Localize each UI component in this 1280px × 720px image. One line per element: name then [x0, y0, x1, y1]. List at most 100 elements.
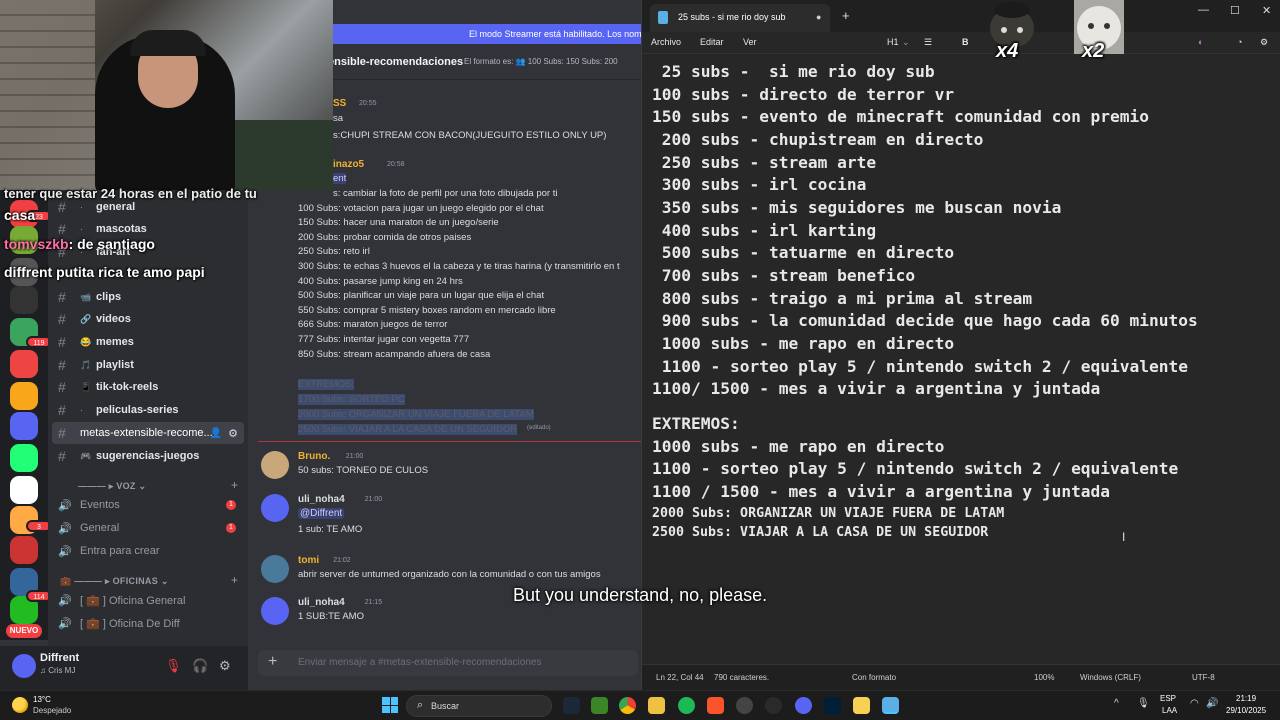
- server-icon[interactable]: [10, 412, 38, 440]
- windows-start-icon[interactable]: [382, 697, 398, 713]
- overlay-chat-line: diffrent putita rica te amo papi: [4, 264, 205, 280]
- edited-tag: (editado): [527, 425, 551, 431]
- message-avatar[interactable]: [261, 451, 289, 479]
- weather-sun-icon[interactable]: [12, 697, 28, 713]
- text-line: 700 subs - stream benefico: [652, 266, 916, 285]
- settings-gear-icon[interactable]: ⚙: [1260, 37, 1268, 48]
- photoshop-icon[interactable]: [824, 697, 841, 714]
- add-member-icon[interactable]: 👤: [210, 428, 222, 439]
- text-editor[interactable]: 25 subs - si me rio doy sub 100 subs - di…: [642, 56, 1280, 662]
- channel-item[interactable]: # · peliculas-series: [52, 399, 244, 421]
- message-time: 21:00: [364, 496, 383, 503]
- tab-bar: 25 subs - si me rio doy sub ● + — ☐ ✕: [642, 0, 1280, 32]
- clock-time[interactable]: 21:19: [1236, 694, 1256, 703]
- channel-settings-gear-icon[interactable]: ⚙: [228, 427, 238, 440]
- menu-ver[interactable]: Ver: [743, 37, 757, 47]
- subtitle-caption: But you understand, no, please.: [513, 585, 768, 605]
- menu-archivo[interactable]: Archivo: [651, 37, 681, 47]
- message-avatar[interactable]: [261, 494, 289, 522]
- clock-date[interactable]: 29/10/2025: [1226, 706, 1266, 715]
- new-tab-button[interactable]: +: [842, 8, 850, 23]
- message-time: 21:15: [364, 599, 383, 606]
- unsaved-dot-icon[interactable]: ●: [816, 12, 821, 22]
- minimize-icon[interactable]: —: [1198, 4, 1209, 16]
- notepad-icon[interactable]: [882, 697, 899, 714]
- voice-channel-label: Entra para crear: [80, 545, 160, 557]
- discord-icon[interactable]: [795, 697, 812, 714]
- channel-item[interactable]: # 🎵 playlist: [52, 354, 244, 376]
- attach-plus-icon[interactable]: +: [268, 653, 277, 671]
- settings-gear-icon[interactable]: ⚙: [219, 658, 231, 674]
- folder-icon[interactable]: [648, 697, 665, 714]
- close-icon[interactable]: ✕: [1262, 4, 1271, 17]
- search-input[interactable]: ⌕ Buscar: [406, 695, 552, 717]
- message-author[interactable]: tomi: [298, 555, 319, 566]
- avatar[interactable]: [12, 654, 36, 678]
- channel-item[interactable]: # 😂 memes: [52, 331, 244, 353]
- channel-label: sugerencias-juegos: [96, 450, 200, 462]
- channel-item[interactable]: # 📱 tik-tok-reels: [52, 376, 244, 398]
- screen: 23 119 114 3 # · general # · mascotas # · fan-art # 📹…: [0, 0, 1280, 720]
- mute-mic-icon[interactable]: 🎙: [165, 658, 182, 674]
- voice-channel[interactable]: 🔊 Eventos 1: [52, 494, 244, 516]
- message-author[interactable]: Bruno.: [298, 451, 330, 462]
- menu-editar[interactable]: Editar: [700, 37, 724, 47]
- spotify-icon[interactable]: [678, 697, 695, 714]
- keyboard-language[interactable]: ESP: [1160, 694, 1176, 703]
- deafen-icon[interactable]: 🎧: [192, 658, 208, 674]
- channel-item[interactable]: # 📹 clips: [52, 286, 244, 308]
- chevron-down-icon[interactable]: ⌄: [902, 37, 910, 48]
- speaker-icon: 🔊: [58, 617, 72, 630]
- volume-icon[interactable]: 🔊: [1206, 698, 1218, 709]
- notepad-icon: [658, 11, 668, 24]
- steam-icon[interactable]: [563, 697, 580, 714]
- overlay-chat-line: tener que estar 24 horas en el patio de …: [4, 186, 257, 201]
- voice-channel[interactable]: 🔊 Entra para crear: [52, 540, 244, 562]
- obs-icon[interactable]: [736, 697, 753, 714]
- server-icon[interactable]: [10, 444, 38, 472]
- channel-item[interactable]: # metas-extensible-recome... 👤 ⚙: [52, 422, 244, 444]
- message-list-line: 850 Subs: stream acampando afuera de cas…: [298, 348, 491, 360]
- server-icon[interactable]: [10, 350, 38, 378]
- bold-button[interactable]: B: [962, 37, 969, 47]
- sticky-notes-icon[interactable]: [853, 697, 870, 714]
- message-author[interactable]: uli_noha4: [298, 597, 345, 608]
- message-avatar[interactable]: [261, 597, 289, 625]
- office-category[interactable]: 💼 ——— ▸ OFICINAS ⌄: [60, 576, 169, 587]
- microphone-icon[interactable]: 🎙: [1137, 698, 1150, 709]
- server-icon[interactable]: [10, 286, 38, 314]
- add-channel-icon[interactable]: +: [231, 573, 238, 587]
- user-icon[interactable]: ◔: [1237, 37, 1242, 47]
- text-line: 900 subs - la comunidad decide que hago …: [652, 311, 1198, 330]
- server-icon[interactable]: [10, 476, 38, 504]
- channel-item[interactable]: # 🎮 sugerencias-juegos: [52, 445, 244, 467]
- heading-dropdown[interactable]: H1: [887, 37, 899, 47]
- channel-item[interactable]: # 🔗 videos: [52, 308, 244, 330]
- maximize-icon[interactable]: ☐: [1230, 4, 1240, 17]
- wifi-icon[interactable]: ◠: [1190, 698, 1199, 709]
- voice-channel[interactable]: 🔊 [ 💼 ] Oficina De Diff: [52, 612, 244, 634]
- voice-channel[interactable]: 🔊 General 1: [52, 517, 244, 539]
- message-author[interactable]: uli_noha4: [298, 494, 345, 505]
- message-composer[interactable]: + Enviar mensaje a #metas-extensible-rec…: [258, 650, 638, 676]
- tab-document[interactable]: 25 subs - si me rio doy sub ●: [650, 4, 830, 32]
- list-icon[interactable]: ☰: [924, 37, 932, 48]
- server-icon[interactable]: [10, 382, 38, 410]
- brave-icon[interactable]: [707, 697, 724, 714]
- webcam-overlay: [0, 0, 333, 190]
- xbox-icon[interactable]: [591, 697, 608, 714]
- search-placeholder: Buscar: [431, 701, 460, 711]
- chrome-icon[interactable]: [619, 697, 636, 714]
- chevron-up-icon[interactable]: ^: [1114, 698, 1119, 709]
- voice-category[interactable]: ——— ▸ VOZ ⌄: [78, 481, 146, 492]
- voice-channel[interactable]: 🔊 [ 💼 ] Oficina General: [52, 589, 244, 611]
- message-avatar[interactable]: [261, 555, 289, 583]
- copilot-icon[interactable]: ◐: [1198, 37, 1203, 47]
- add-channel-icon[interactable]: +: [231, 478, 238, 492]
- channel-emoji-icon: ·: [80, 224, 83, 234]
- app-icon[interactable]: [765, 697, 782, 714]
- server-icon[interactable]: [10, 536, 38, 564]
- user-mention[interactable]: @Diffrent: [298, 508, 345, 519]
- channel-emoji-icon: 🎮: [80, 451, 92, 461]
- keyboard-layout[interactable]: LAA: [1162, 706, 1177, 715]
